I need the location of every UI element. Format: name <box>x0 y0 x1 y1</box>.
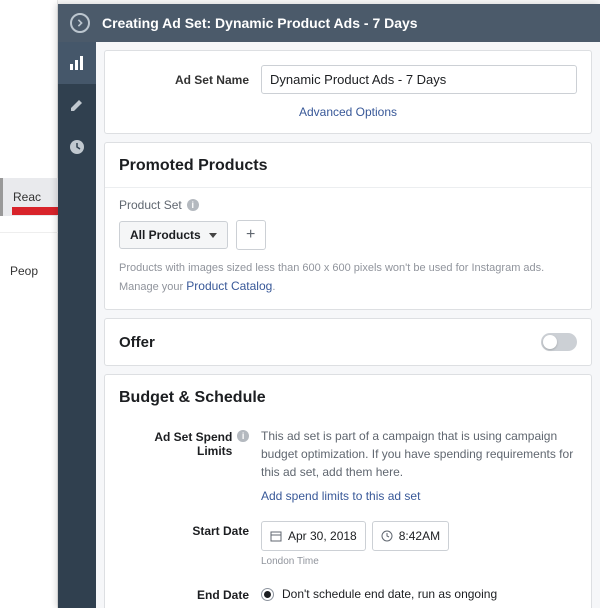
offer-toggle[interactable] <box>541 333 577 351</box>
rail-history-icon[interactable] <box>58 126 96 168</box>
start-time-picker[interactable]: 8:42AM <box>372 521 449 551</box>
background-sidebar: Reac Peop <box>0 0 58 608</box>
icon-rail <box>58 42 96 608</box>
calendar-icon <box>270 530 282 542</box>
bg-tab-reach[interactable]: Reac <box>0 178 58 216</box>
product-set-label: Product Set i <box>119 198 577 212</box>
offer-card: Offer <box>104 318 592 366</box>
adset-editor-panel: Creating Ad Set: Dynamic Product Ads - 7… <box>58 4 600 608</box>
product-catalog-link[interactable]: Product Catalog <box>186 279 272 293</box>
clock-icon <box>381 530 393 542</box>
content-scroll: Ad Set Name Advanced Options Promoted Pr… <box>96 42 600 608</box>
adset-name-card: Ad Set Name Advanced Options <box>104 50 592 134</box>
timezone-label: London Time <box>261 554 577 569</box>
panel-title: Creating Ad Set: Dynamic Product Ads - 7… <box>102 15 418 31</box>
end-date-label: End Date <box>119 585 249 608</box>
product-help-text: Products with images sized less than 600… <box>119 260 577 295</box>
rail-performance-icon[interactable] <box>58 42 96 84</box>
chevron-down-icon <box>209 233 217 238</box>
start-date-picker[interactable]: Apr 30, 2018 <box>261 521 366 551</box>
promoted-products-card: Promoted Products Product Set i All Prod… <box>104 142 592 310</box>
offer-title: Offer <box>119 334 155 351</box>
spend-limits-label: Ad Set Spend Limits i <box>119 427 249 505</box>
promoted-products-title: Promoted Products <box>105 143 591 187</box>
collapse-icon[interactable] <box>70 13 90 33</box>
info-icon[interactable]: i <box>237 430 249 442</box>
start-date-label: Start Date <box>119 521 249 569</box>
add-spend-limits-link[interactable]: Add spend limits to this ad set <box>261 487 577 505</box>
radio-icon <box>261 588 274 601</box>
adset-name-label: Ad Set Name <box>119 73 249 87</box>
spend-limits-body: This ad set is part of a campaign that i… <box>261 427 577 505</box>
budget-title: Budget & Schedule <box>105 375 591 419</box>
panel-header: Creating Ad Set: Dynamic Product Ads - 7… <box>58 4 600 42</box>
end-option-ongoing[interactable]: Don't schedule end date, run as ongoing <box>261 585 577 603</box>
add-product-set-button[interactable]: + <box>236 220 266 250</box>
bg-tab-people[interactable]: Peop <box>0 252 58 290</box>
adset-name-input[interactable] <box>261 65 577 94</box>
rail-edit-icon[interactable] <box>58 84 96 126</box>
advanced-options-link[interactable]: Advanced Options <box>299 105 397 119</box>
budget-card: Budget & Schedule Ad Set Spend Limits i … <box>104 374 592 608</box>
product-set-dropdown[interactable]: All Products <box>119 221 228 249</box>
info-icon[interactable]: i <box>187 199 199 211</box>
